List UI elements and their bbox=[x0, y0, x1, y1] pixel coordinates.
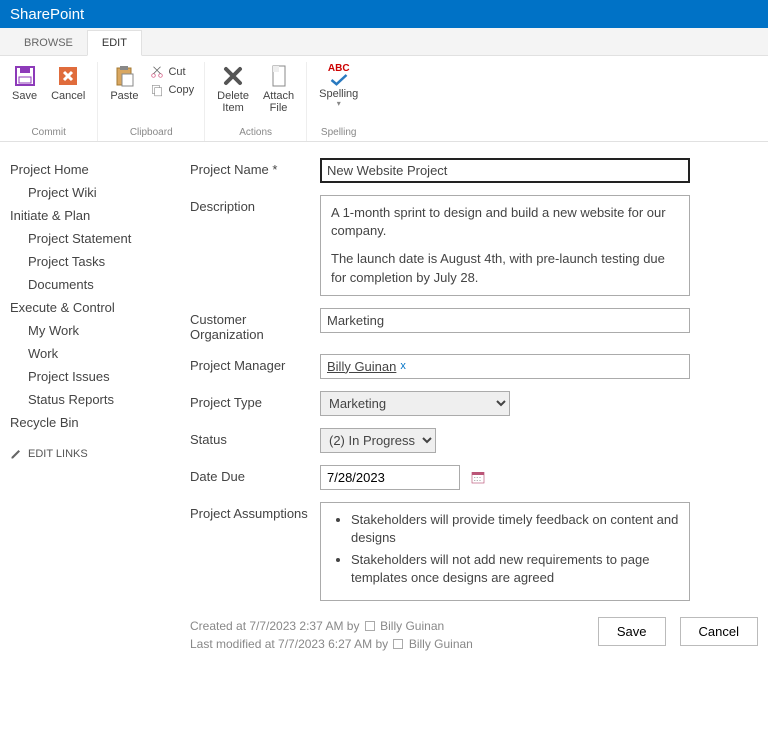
label-customer-org: Customer Organization bbox=[190, 308, 320, 342]
nav-project-tasks[interactable]: Project Tasks bbox=[10, 250, 180, 273]
presence-icon bbox=[365, 621, 375, 631]
attach-file-button[interactable]: Attach File bbox=[259, 62, 298, 116]
group-label-spelling: Spelling bbox=[315, 123, 362, 141]
chevron-down-icon: ▾ bbox=[337, 100, 341, 109]
date-due-input[interactable] bbox=[320, 465, 460, 490]
presence-icon bbox=[393, 639, 403, 649]
nav-my-work[interactable]: My Work bbox=[10, 319, 180, 342]
ribbon-group-spelling: ABC Spelling ▾ Spelling bbox=[307, 62, 370, 141]
group-label-commit: Commit bbox=[8, 123, 89, 141]
delete-icon bbox=[221, 64, 245, 88]
nav-initiate[interactable]: Initiate & Plan bbox=[10, 204, 180, 227]
label-description: Description bbox=[190, 195, 320, 214]
audit-info: Created at 7/7/2023 2:37 AM by Billy Gui… bbox=[190, 617, 598, 653]
assumption-item: Stakeholders will not add new requiremen… bbox=[351, 551, 679, 587]
nav-documents[interactable]: Documents bbox=[10, 273, 180, 296]
footer-cancel-button[interactable]: Cancel bbox=[680, 617, 758, 646]
cancel-button[interactable]: Cancel bbox=[47, 62, 89, 104]
page-body: Project Home Project Wiki Initiate & Pla… bbox=[0, 142, 768, 673]
description-editor[interactable]: A 1-month sprint to design and build a n… bbox=[320, 195, 690, 296]
cut-button[interactable]: Cut bbox=[148, 64, 196, 80]
footer-save-button[interactable]: Save bbox=[598, 617, 666, 646]
nav-recycle-bin[interactable]: Recycle Bin bbox=[10, 411, 180, 434]
app-title: SharePoint bbox=[10, 6, 84, 23]
attach-icon bbox=[267, 64, 291, 88]
assumption-item: Stakeholders will provide timely feedbac… bbox=[351, 511, 679, 547]
suite-bar: SharePoint bbox=[0, 0, 768, 28]
paste-button[interactable]: Paste bbox=[106, 62, 142, 104]
desc-p1: A 1-month sprint to design and build a n… bbox=[331, 204, 679, 240]
nav-project-issues[interactable]: Project Issues bbox=[10, 365, 180, 388]
copy-button[interactable]: Copy bbox=[148, 82, 196, 98]
form-footer: Created at 7/7/2023 2:37 AM by Billy Gui… bbox=[190, 617, 758, 653]
check-icon bbox=[329, 74, 349, 86]
pencil-icon bbox=[10, 448, 22, 460]
spelling-button[interactable]: ABC Spelling ▾ bbox=[315, 62, 362, 111]
tab-edit[interactable]: EDIT bbox=[87, 30, 142, 56]
nav-status-reports[interactable]: Status Reports bbox=[10, 388, 180, 411]
label-project-manager: Project Manager bbox=[190, 354, 320, 373]
delete-item-button[interactable]: Delete Item bbox=[213, 62, 253, 116]
label-project-type: Project Type bbox=[190, 391, 320, 410]
edit-links[interactable]: EDIT LINKS bbox=[10, 448, 180, 460]
nav-project-wiki[interactable]: Project Wiki bbox=[10, 181, 180, 204]
nav-execute[interactable]: Execute & Control bbox=[10, 296, 180, 319]
assumptions-editor[interactable]: Stakeholders will provide timely feedbac… bbox=[320, 502, 690, 601]
paste-icon bbox=[112, 64, 136, 88]
abc-text: ABC bbox=[328, 64, 350, 74]
label-project-name: Project Name * bbox=[190, 158, 320, 177]
customer-org-input[interactable] bbox=[320, 308, 690, 333]
save-icon bbox=[13, 64, 37, 88]
copy-icon bbox=[150, 83, 164, 97]
status-select[interactable]: (2) In Progress bbox=[320, 428, 436, 453]
ribbon: Save Cancel Commit Paste Cut Copy bbox=[0, 56, 768, 142]
calendar-icon[interactable] bbox=[470, 469, 486, 485]
project-name-input[interactable] bbox=[320, 158, 690, 183]
edit-form: Project Name * Description A 1-month spr… bbox=[190, 158, 758, 653]
nav-project-statement[interactable]: Project Statement bbox=[10, 227, 180, 250]
nav-project-home[interactable]: Project Home bbox=[10, 158, 180, 181]
quick-launch: Project Home Project Wiki Initiate & Pla… bbox=[10, 158, 190, 653]
scissors-icon bbox=[150, 65, 164, 79]
nav-work[interactable]: Work bbox=[10, 342, 180, 365]
group-label-actions: Actions bbox=[213, 123, 298, 141]
ribbon-group-clipboard: Paste Cut Copy Clipboard bbox=[98, 62, 205, 141]
label-date-due: Date Due bbox=[190, 465, 320, 484]
tab-browse[interactable]: BROWSE bbox=[10, 31, 87, 55]
cancel-icon bbox=[56, 64, 80, 88]
desc-p2: The launch date is August 4th, with pre-… bbox=[331, 250, 679, 286]
ribbon-group-actions: Delete Item Attach File Actions bbox=[205, 62, 307, 141]
project-manager-picker[interactable]: Billy Guinan x bbox=[320, 354, 690, 379]
remove-person-icon[interactable]: x bbox=[400, 360, 406, 372]
ribbon-tabstrip: BROWSE EDIT bbox=[0, 28, 768, 56]
project-type-select[interactable]: Marketing bbox=[320, 391, 510, 416]
group-label-clipboard: Clipboard bbox=[106, 123, 196, 141]
ribbon-group-commit: Save Cancel Commit bbox=[0, 62, 98, 141]
save-button[interactable]: Save bbox=[8, 62, 41, 104]
people-chip: Billy Guinan bbox=[327, 359, 396, 374]
label-status: Status bbox=[190, 428, 320, 447]
label-assumptions: Project Assumptions bbox=[190, 502, 320, 521]
